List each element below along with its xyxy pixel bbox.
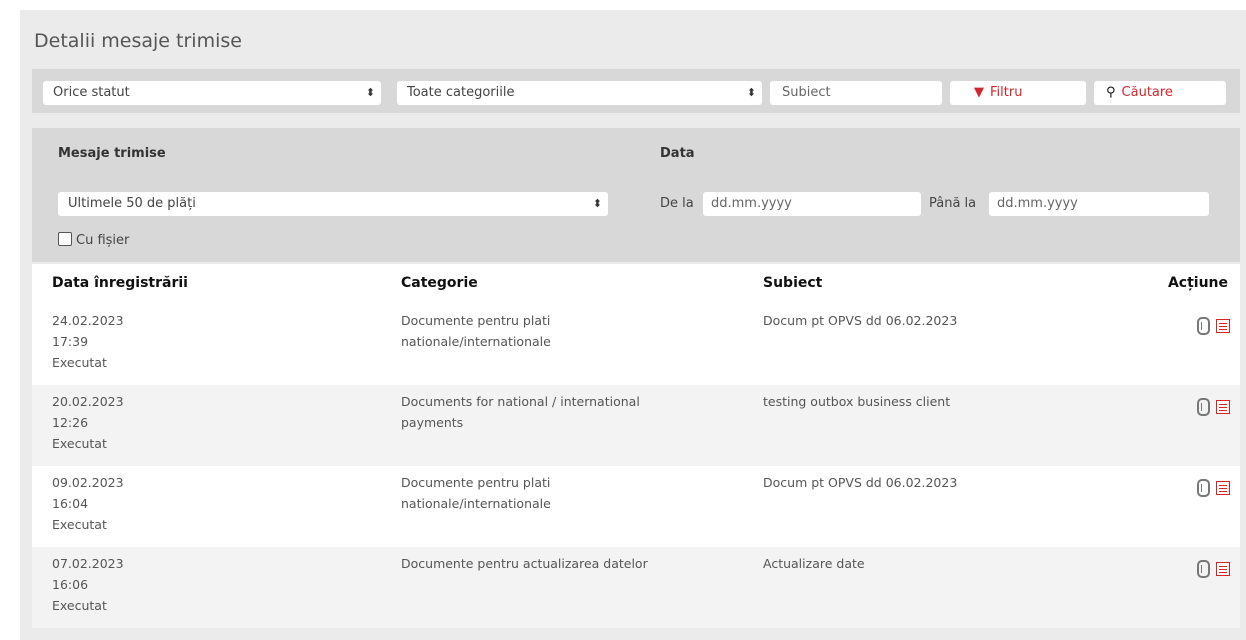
row-category: Documente pentru actualizarea datelor — [401, 556, 648, 571]
page-title: Detalii mesaje trimise — [34, 30, 242, 52]
to-label: Până la — [929, 196, 977, 211]
attachment-icon[interactable] — [1197, 397, 1210, 416]
table-row[interactable]: 07.02.2023 16:06 Executat Documente pent… — [32, 547, 1240, 628]
row-date: 24.02.2023 — [52, 313, 124, 328]
header-category[interactable]: Categorie — [401, 275, 478, 291]
from-date-input[interactable]: dd.mm.yyyy — [703, 192, 921, 216]
date-label: Data — [660, 146, 695, 161]
row-subject: testing outbox business client — [763, 394, 951, 409]
select-arrows-icon: ⬍ — [746, 86, 756, 99]
sent-messages-select-value: Ultimele 50 de plăți — [68, 196, 196, 211]
row-category: Documente pentru plati nationale/interna… — [401, 475, 551, 511]
row-time: 12:26 — [52, 415, 89, 430]
row-time: 16:06 — [52, 577, 89, 592]
search-icon: ⚲ — [1106, 85, 1116, 100]
attachment-icon[interactable] — [1197, 316, 1210, 335]
row-date-cell: 20.02.2023 12:26 Executat — [52, 391, 124, 454]
row-date-cell: 09.02.2023 16:04 Executat — [52, 472, 124, 535]
row-time: 16:04 — [52, 496, 89, 511]
row-actions — [1197, 557, 1230, 578]
from-label: De la — [660, 196, 694, 211]
category-select[interactable]: Toate categoriile ⬍ — [397, 81, 762, 105]
row-status: Executat — [52, 355, 107, 370]
row-status: Executat — [52, 517, 107, 532]
details-icon[interactable] — [1216, 480, 1230, 495]
with-file-label: Cu fișier — [76, 233, 130, 248]
table-row[interactable]: 20.02.2023 12:26 Executat Documents for … — [32, 385, 1240, 466]
row-status: Executat — [52, 436, 107, 451]
row-date: 20.02.2023 — [52, 394, 124, 409]
row-subject: Docum pt OPVS dd 06.02.2023 — [763, 475, 958, 490]
filter-button-label: Filtru — [990, 85, 1023, 100]
status-select-value: Orice statut — [53, 85, 130, 100]
row-date-cell: 07.02.2023 16:06 Executat — [52, 553, 124, 616]
row-actions — [1197, 476, 1230, 497]
header-subject[interactable]: Subiect — [763, 275, 822, 291]
sent-messages-panel: Detalii mesaje trimise Orice statut ⬍ To… — [20, 10, 1246, 640]
row-subject: Actualizare date — [763, 556, 865, 571]
select-arrows-icon: ⬍ — [365, 86, 375, 99]
row-time: 17:39 — [52, 334, 89, 349]
attachment-icon[interactable] — [1197, 559, 1210, 578]
with-file-checkbox[interactable]: Cu fișier — [58, 232, 129, 248]
filter-icon: ▼ — [974, 85, 984, 100]
checkbox-box[interactable] — [58, 232, 72, 246]
row-date: 07.02.2023 — [52, 556, 124, 571]
row-subject: Docum pt OPVS dd 06.02.2023 — [763, 313, 958, 328]
details-icon[interactable] — [1216, 318, 1230, 333]
header-registration-date[interactable]: Data înregistrării — [52, 275, 188, 291]
search-button-label: Căutare — [1121, 85, 1173, 100]
subject-input[interactable]: Subiect — [770, 81, 942, 105]
row-status: Executat — [52, 598, 107, 613]
search-button[interactable]: ⚲ Căutare — [1094, 81, 1226, 105]
toolbar: Orice statut ⬍ Toate categoriile ⬍ Subie… — [32, 69, 1240, 113]
row-date: 09.02.2023 — [52, 475, 124, 490]
select-arrows-icon: ⬍ — [592, 197, 602, 210]
header-action: Acțiune — [1167, 275, 1228, 291]
table-row[interactable]: 24.02.2023 17:39 Executat Documente pent… — [32, 304, 1240, 385]
table-row[interactable]: 09.02.2023 16:04 Executat Documente pent… — [32, 466, 1240, 547]
row-actions — [1197, 314, 1230, 335]
status-select[interactable]: Orice statut ⬍ — [43, 81, 381, 105]
row-category: Documente pentru plati nationale/interna… — [401, 313, 551, 349]
attachment-icon[interactable] — [1197, 478, 1210, 497]
filter-button[interactable]: ▼ Filtru — [950, 81, 1086, 105]
table-header: Data înregistrării Categorie Subiect Acț… — [32, 264, 1240, 304]
sent-messages-label: Mesaje trimise — [58, 146, 166, 161]
to-date-input[interactable]: dd.mm.yyyy — [989, 192, 1209, 216]
filters-panel: Mesaje trimise Data Ultimele 50 de plăți… — [32, 128, 1240, 262]
details-icon[interactable] — [1216, 561, 1230, 576]
sent-messages-select[interactable]: Ultimele 50 de plăți ⬍ — [58, 192, 608, 216]
category-select-value: Toate categoriile — [407, 85, 515, 100]
row-date-cell: 24.02.2023 17:39 Executat — [52, 310, 124, 373]
details-icon[interactable] — [1216, 399, 1230, 414]
row-actions — [1197, 395, 1230, 416]
row-category: Documents for national / international p… — [401, 394, 640, 430]
